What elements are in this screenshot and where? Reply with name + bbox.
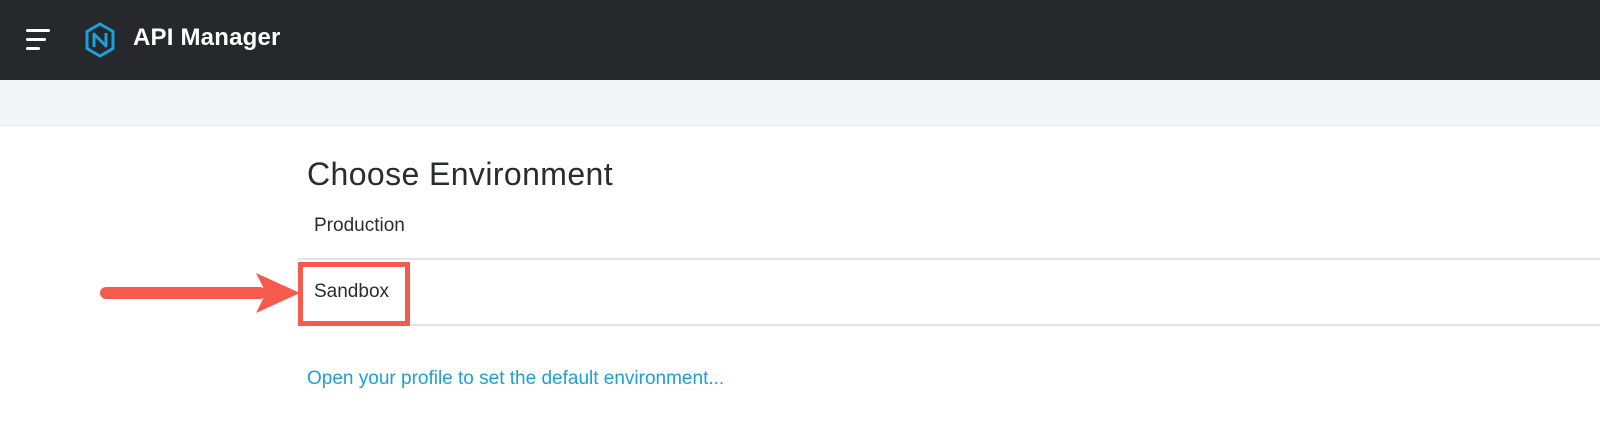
top-navigation-bar: API Manager	[0, 0, 1600, 80]
environment-label: Sandbox	[314, 281, 390, 302]
hamburger-menu-icon[interactable]	[26, 27, 54, 53]
environment-label: Production	[314, 215, 405, 236]
environment-option-sandbox[interactable]: Sandbox	[298, 260, 1600, 326]
app-title: API Manager	[133, 24, 281, 51]
environment-list: Production Sandbox	[298, 194, 1600, 326]
page-title: Choose Environment	[307, 156, 614, 192]
profile-settings-link[interactable]: Open your profile to set the default env…	[307, 368, 724, 390]
api-manager-logo-icon	[84, 22, 116, 58]
environment-option-production[interactable]: Production	[298, 194, 1600, 260]
arrow-right-icon	[100, 270, 305, 316]
secondary-toolbar	[0, 80, 1600, 126]
